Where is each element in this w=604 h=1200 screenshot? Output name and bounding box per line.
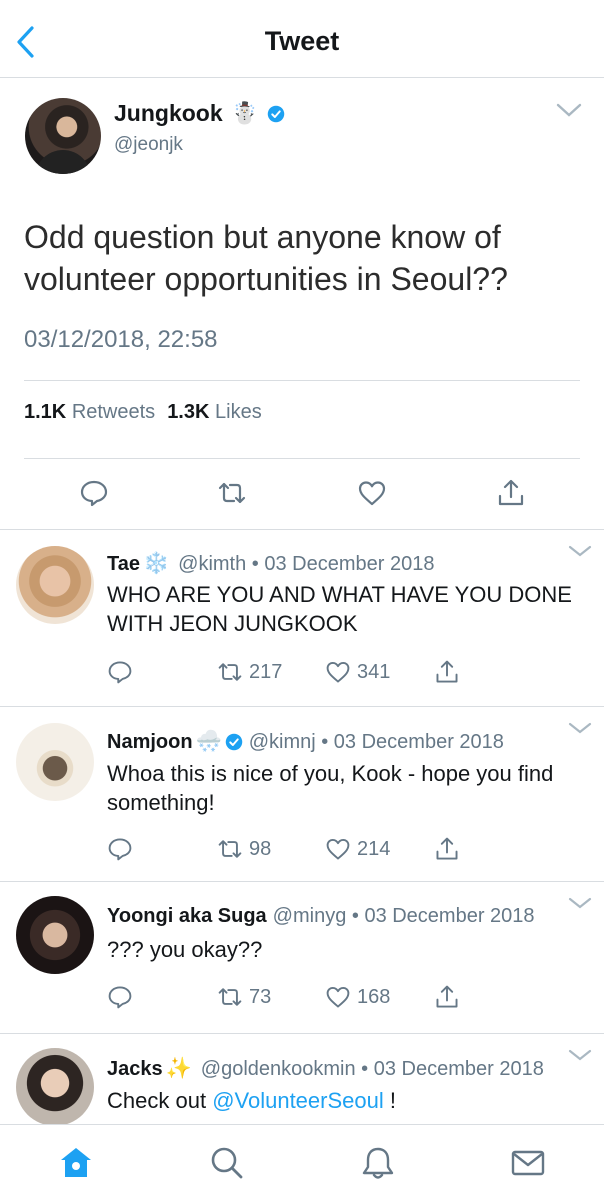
main-tweet: Jungkook ☃️ @jeonjk Odd question but any…	[0, 78, 604, 530]
retweet-count: 73	[249, 985, 272, 1008]
sparkles-emoji: ✨	[165, 1057, 192, 1080]
reply-header: Namjoon 🌨️ @kimnj • 03 December 2018	[107, 730, 504, 754]
reply-author-name[interactable]: Yoongi aka Suga	[107, 905, 267, 928]
reply-text-prefix: Check out	[107, 1088, 207, 1113]
tweet-text: Odd question but anyone know of voluntee…	[24, 219, 508, 297]
avatar[interactable]	[16, 723, 94, 801]
like-count: 214	[357, 837, 391, 860]
like-button[interactable]: 341	[325, 659, 390, 685]
likes-label: Likes	[215, 401, 262, 423]
cloud-snow-emoji: 🌨️	[195, 730, 222, 753]
retweet-count: 217	[249, 660, 283, 683]
avatar[interactable]	[16, 1048, 94, 1126]
reply-tweet[interactable]: Namjoon 🌨️ @kimnj • 03 December 2018 Who…	[0, 707, 604, 882]
reply-action-bar: 98 214	[107, 836, 604, 866]
retweet-icon	[218, 988, 242, 1006]
retweet-icon	[218, 840, 242, 858]
reply-header: Yoongi aka Suga @minyg • 03 December 201…	[107, 905, 535, 928]
reply-author-name[interactable]: Jacks	[107, 1058, 163, 1081]
reply-meta: @kimth • 03 December 2018	[178, 552, 435, 575]
retweet-icon	[218, 663, 242, 681]
author-name-row[interactable]: Jungkook ☃️	[114, 100, 285, 127]
avatar[interactable]	[16, 546, 94, 624]
mention-link[interactable]: @VolunteerSeoul	[212, 1088, 384, 1113]
reply-tweet[interactable]: Yoongi aka Suga @minyg • 03 December 201…	[0, 882, 604, 1034]
reply-header: Jacks ✨ @goldenkookmin • 03 December 201…	[107, 1057, 544, 1081]
reply-button[interactable]	[107, 984, 133, 1010]
share-icon	[436, 985, 458, 1008]
reply-button[interactable]	[107, 836, 133, 862]
tweet-action-bar	[0, 478, 604, 512]
like-button[interactable]: 168	[325, 984, 390, 1010]
page-title: Tweet	[264, 26, 340, 56]
reply-icon	[108, 838, 132, 861]
reply-author-name[interactable]: Namjoon	[107, 731, 193, 754]
share-button[interactable]	[434, 984, 460, 1010]
verified-badge-icon	[225, 733, 242, 751]
reply-icon	[108, 986, 132, 1009]
bottom-tab-bar	[0, 1124, 604, 1200]
reply-action-bar: 217 341	[107, 659, 604, 689]
home-icon[interactable]	[58, 1145, 94, 1181]
reply-meta: @minyg • 03 December 2018	[272, 905, 535, 927]
retweets-count: 1.1K	[24, 401, 67, 423]
snowman-emoji: ☃️	[231, 101, 258, 125]
messages-icon[interactable]	[510, 1145, 546, 1181]
avatar[interactable]	[25, 98, 101, 174]
reply-header: Tae ❄️ @kimth • 03 December 2018	[107, 552, 434, 576]
like-button[interactable]: 214	[325, 836, 390, 862]
reply-tweet[interactable]: Tae ❄️ @kimth • 03 December 2018 WHO ARE…	[0, 530, 604, 707]
divider	[24, 458, 580, 459]
share-button[interactable]	[434, 836, 460, 862]
reply-icon	[108, 661, 132, 684]
share-icon	[436, 837, 458, 860]
verified-badge-icon	[267, 105, 285, 122]
share-icon	[436, 660, 458, 683]
top-nav-bar: Tweet	[0, 0, 604, 78]
retweet-count: 98	[249, 837, 272, 860]
reply-text: Whoa this is nice of you, Kook - hope yo…	[107, 761, 554, 815]
share-button[interactable]	[434, 659, 460, 685]
retweets-label: Retweets	[71, 401, 156, 423]
retweets-stat[interactable]: 1.1K Retweets	[24, 401, 155, 424]
retweet-button[interactable]: 98	[217, 836, 271, 862]
like-count: 341	[357, 660, 391, 683]
reply-icon[interactable]	[79, 478, 109, 508]
chevron-down-icon[interactable]	[568, 721, 592, 735]
like-icon[interactable]	[357, 478, 387, 508]
likes-count: 1.3K	[167, 401, 210, 423]
divider	[24, 380, 580, 381]
likes-stat[interactable]: 1.3K Likes	[167, 401, 262, 424]
snowflake-emoji: ❄️	[142, 552, 170, 575]
chevron-down-icon[interactable]	[568, 896, 592, 910]
chevron-down-icon[interactable]	[568, 1048, 592, 1062]
like-icon	[326, 838, 350, 860]
retweet-button[interactable]: 217	[217, 659, 282, 685]
retweet-icon[interactable]	[217, 478, 247, 508]
reply-action-bar: 73 168	[107, 984, 604, 1014]
like-icon	[326, 661, 350, 683]
reply-text: WHO ARE YOU AND WHAT HAVE YOU DONE WITH …	[107, 582, 572, 636]
reply-text: ??? you okay??	[107, 937, 263, 962]
search-icon[interactable]	[209, 1145, 245, 1181]
chevron-down-icon[interactable]	[568, 544, 592, 558]
share-icon[interactable]	[496, 478, 526, 508]
like-count: 168	[357, 985, 391, 1008]
like-icon	[326, 986, 350, 1008]
reply-meta: @goldenkookmin • 03 December 2018	[200, 1057, 544, 1080]
reply-text-suffix: !	[389, 1088, 397, 1113]
reply-button[interactable]	[107, 659, 133, 685]
reply-meta: @kimnj • 03 December 2018	[248, 730, 504, 753]
reply-tweet[interactable]: Jacks ✨ @goldenkookmin • 03 December 201…	[0, 1034, 604, 1126]
avatar[interactable]	[16, 896, 94, 974]
author-handle[interactable]: @jeonjk	[114, 134, 183, 156]
reply-text: Check out @VolunteerSeoul !	[107, 1086, 577, 1115]
author-name: Jungkook	[114, 100, 223, 126]
retweet-button[interactable]: 73	[217, 984, 271, 1010]
reply-author-name[interactable]: Tae	[107, 553, 140, 576]
tweet-stats: 1.1K Retweets 1.3K Likes	[24, 401, 262, 424]
tweet-timestamp: 03/12/2018, 22:58	[24, 326, 218, 353]
chevron-down-icon[interactable]	[556, 102, 582, 118]
notifications-icon[interactable]	[360, 1145, 396, 1181]
